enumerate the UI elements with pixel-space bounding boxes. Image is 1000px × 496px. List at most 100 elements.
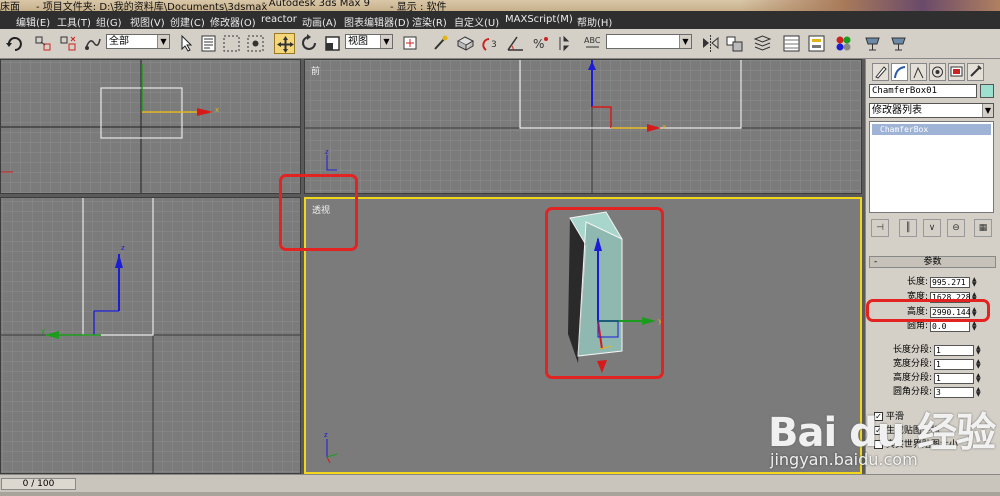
- chevron-down-icon: ▼: [679, 35, 691, 48]
- render-scene-icon[interactable]: [862, 33, 883, 54]
- angle-snap-icon[interactable]: [505, 33, 526, 54]
- param-length-segs-field[interactable]: 1: [934, 345, 974, 356]
- menu-maxscript[interactable]: MAXScript(M): [505, 14, 573, 25]
- watermark-url: jingyan.baidu.com: [770, 450, 918, 469]
- svg-text:ABC: ABC: [584, 36, 601, 45]
- param-length-field[interactable]: 995.271: [930, 277, 970, 288]
- chevron-down-icon: ▼: [380, 35, 392, 48]
- title-app: - Autodesk 3ds Max 9: [262, 0, 370, 9]
- remove-modifier-icon[interactable]: ⊖: [947, 219, 965, 237]
- param-fillet-segs-label: 圆角分段:: [892, 387, 932, 397]
- keyboard-shortcut-icon[interactable]: [455, 33, 476, 54]
- motion-tab-icon[interactable]: [929, 63, 946, 81]
- scale-icon[interactable]: [322, 33, 343, 54]
- configure-modifier-sets-icon[interactable]: ▦: [974, 219, 992, 237]
- mirror-icon[interactable]: [700, 33, 721, 54]
- window-crossing-icon[interactable]: [245, 33, 266, 54]
- viewport-front[interactable]: x z 前: [304, 59, 862, 194]
- menu-rendering[interactable]: 渲染(R): [412, 14, 447, 29]
- menu-graph-editors[interactable]: 图表编辑器(D): [344, 14, 410, 29]
- spinner-icon[interactable]: ▲ ▼: [976, 373, 983, 384]
- bind-spacewarp-icon[interactable]: [82, 33, 103, 54]
- title-fragment: 床面: [0, 2, 20, 11]
- spinner-icon[interactable]: ▲ ▼: [976, 387, 983, 398]
- ref-coord-dropdown[interactable]: 视图 ▼: [345, 34, 393, 49]
- svg-text:%: %: [533, 37, 544, 51]
- menu-customize[interactable]: 自定义(U): [454, 14, 499, 29]
- viewport-top[interactable]: x: [0, 59, 301, 194]
- object-color-swatch[interactable]: [980, 84, 994, 98]
- annotation-chamferbox: [545, 207, 664, 379]
- edit-named-selection-icon[interactable]: ABC: [582, 33, 603, 54]
- parameters-rollout-header[interactable]: - 参数: [869, 256, 996, 268]
- move-icon[interactable]: [274, 33, 295, 54]
- annotation-height-field: [866, 299, 990, 322]
- time-slider[interactable]: 0 / 100: [1, 478, 76, 490]
- command-panel-tabs: [870, 61, 998, 83]
- menu-group[interactable]: 组(G): [96, 14, 122, 29]
- chevron-down-icon: ▼: [982, 104, 993, 117]
- menu-reactor[interactable]: reactor: [261, 14, 297, 25]
- percent-snap-icon[interactable]: %: [530, 33, 551, 54]
- svg-text:z: z: [121, 244, 125, 252]
- stack-item-chamferbox[interactable]: ChamferBox: [872, 124, 991, 135]
- param-length: 长度: 995.271 ▲ ▼: [868, 277, 988, 288]
- undo-icon[interactable]: [5, 33, 26, 54]
- modifier-list-dropdown[interactable]: 修改器列表 ▼: [869, 103, 994, 118]
- frame-counter: 0 / 100: [22, 479, 55, 489]
- menu-modifiers[interactable]: 修改器(O): [210, 14, 256, 29]
- param-height-segs: 高度分段: 1 ▲ ▼: [872, 373, 992, 384]
- snaps-toggle-icon[interactable]: 3: [481, 33, 502, 54]
- create-tab-icon[interactable]: [872, 63, 889, 81]
- select-manipulate-icon[interactable]: [430, 33, 451, 54]
- display-tab-icon[interactable]: [948, 63, 965, 81]
- rotate-icon[interactable]: [299, 33, 320, 54]
- layer-manager-icon[interactable]: [752, 33, 773, 54]
- menu-help[interactable]: 帮助(H): [577, 14, 612, 29]
- spinner-icon[interactable]: ▲ ▼: [976, 345, 983, 356]
- menu-create[interactable]: 创建(C): [170, 14, 205, 29]
- menu-animation[interactable]: 动画(A): [302, 14, 337, 29]
- unlink-icon[interactable]: [58, 33, 79, 54]
- rect-selection-icon[interactable]: [221, 33, 242, 54]
- spinner-icon[interactable]: ▲ ▼: [976, 359, 983, 370]
- annotation-perspective-label: [279, 174, 358, 251]
- param-fillet-field[interactable]: 0.0: [930, 321, 970, 332]
- named-selection-set-dropdown[interactable]: ▼: [606, 34, 692, 49]
- curve-editor-icon[interactable]: [781, 33, 802, 54]
- modify-tab-icon[interactable]: [891, 63, 908, 81]
- viewport-left[interactable]: z y: [0, 197, 301, 474]
- rollout-toggle: -: [874, 257, 878, 267]
- spinner-icon[interactable]: ▲ ▼: [972, 277, 979, 288]
- spinner-icon[interactable]: ▲ ▼: [972, 321, 979, 332]
- param-height-segs-field[interactable]: 1: [934, 373, 974, 384]
- show-end-result-icon[interactable]: ║: [899, 219, 917, 237]
- material-editor-icon[interactable]: [833, 33, 854, 54]
- selection-filter-dropdown[interactable]: 全部 ▼: [106, 34, 170, 49]
- taskbar-decoration: [740, 0, 1000, 11]
- quick-render-icon[interactable]: [888, 33, 909, 54]
- menu-edit[interactable]: 编辑(E): [16, 14, 50, 29]
- timeline-track[interactable]: [0, 492, 1000, 496]
- menu-tools[interactable]: 工具(T): [57, 14, 91, 29]
- spinner-snap-icon[interactable]: [554, 33, 575, 54]
- menu-views[interactable]: 视图(V): [130, 14, 165, 29]
- param-fillet: 圆角: 0.0 ▲ ▼: [868, 321, 988, 332]
- align-icon[interactable]: [724, 33, 745, 54]
- select-by-name-icon[interactable]: [198, 33, 219, 54]
- param-width-segs: 宽度分段: 1 ▲ ▼: [872, 359, 992, 370]
- param-fillet-segs-field[interactable]: 3: [934, 387, 974, 398]
- modifier-stack: ChamferBox: [869, 121, 994, 213]
- make-unique-icon[interactable]: ∨: [923, 219, 941, 237]
- utilities-tab-icon[interactable]: [967, 63, 984, 81]
- pivot-center-icon[interactable]: [400, 33, 421, 54]
- param-width-segs-field[interactable]: 1: [934, 359, 974, 370]
- select-link-icon[interactable]: [33, 33, 54, 54]
- hierarchy-tab-icon[interactable]: [910, 63, 927, 81]
- object-name-field[interactable]: ChamferBox01: [869, 84, 977, 98]
- menu-bar: 编辑(E) 工具(T) 组(G) 视图(V) 创建(C) 修改器(O) reac…: [0, 11, 1000, 29]
- grid-left: z y: [1, 198, 300, 473]
- pin-stack-icon[interactable]: ⊣: [871, 219, 889, 237]
- select-object-icon[interactable]: [175, 33, 196, 54]
- schematic-view-icon[interactable]: [806, 33, 827, 54]
